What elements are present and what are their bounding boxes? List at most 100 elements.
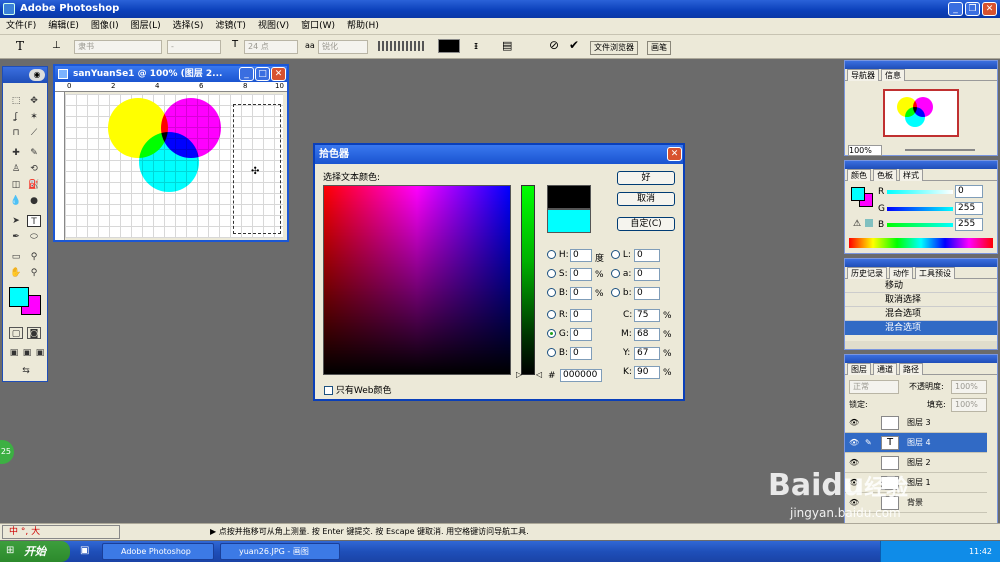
b-slider[interactable] — [887, 223, 953, 227]
path-select-icon[interactable]: ➤ — [9, 215, 23, 227]
crop-icon[interactable]: ⊓ — [9, 127, 23, 139]
task-paint[interactable]: yuan26.JPG - 画图 — [220, 543, 340, 560]
eye-icon[interactable]: 👁 — [849, 433, 859, 453]
k-input[interactable]: 90 — [634, 366, 660, 379]
lasso-icon[interactable]: ʆ — [9, 111, 23, 123]
eye-logo-icon[interactable]: ◉ — [29, 69, 45, 81]
tab-actions[interactable]: 动作 — [889, 267, 913, 279]
minimize-icon[interactable]: _ — [948, 2, 963, 16]
tab-info[interactable]: 信息 — [881, 69, 905, 81]
menu-edit[interactable]: 编辑(E) — [42, 18, 85, 35]
ok-button[interactable]: 好 — [617, 171, 675, 185]
orientation-icon[interactable]: ⊥ — [52, 40, 61, 51]
commit-icon[interactable]: ✔ — [569, 38, 579, 52]
g-slider[interactable] — [887, 207, 953, 211]
hue-pointer-right-icon[interactable]: ◁ — [536, 370, 542, 379]
palettes-icon[interactable]: ▤ — [502, 39, 512, 52]
navigator-thumbnail[interactable] — [883, 89, 959, 137]
a-input[interactable]: 0 — [634, 268, 660, 281]
b-input[interactable]: 0 — [570, 347, 592, 360]
doc-minimize-icon[interactable]: _ — [239, 67, 254, 81]
antialias-select[interactable]: 锐化 — [318, 40, 368, 54]
g-input[interactable]: 0 — [570, 328, 592, 341]
screen-mode-1-icon[interactable]: ▣ — [7, 347, 21, 359]
history-item[interactable]: 移动 — [845, 279, 997, 293]
marquee-icon[interactable]: ⬚ — [9, 95, 23, 107]
restore-icon[interactable]: ❐ — [965, 2, 980, 16]
hue-pointer-icon[interactable]: ▷ — [516, 370, 522, 379]
tab-color[interactable]: 颜色 — [847, 169, 871, 181]
blur-icon[interactable]: 💧 — [9, 195, 23, 207]
menu-filter[interactable]: 滤镜(T) — [209, 18, 252, 35]
tab-styles[interactable]: 样式 — [899, 169, 923, 181]
history-brush-icon[interactable]: ⟲ — [27, 163, 41, 175]
document-canvas[interactable]: ✣ — [65, 94, 283, 238]
custom-button[interactable]: 自定(C) — [617, 217, 675, 231]
floating-badge[interactable]: 25 — [0, 440, 14, 464]
healing-brush-icon[interactable]: ✚ — [9, 147, 23, 159]
dialog-close-icon[interactable]: ✕ — [667, 147, 682, 161]
fill-field[interactable]: 100% — [951, 398, 987, 412]
tab-navigator[interactable]: 导航器 — [847, 69, 879, 81]
tab-swatches[interactable]: 色板 — [873, 169, 897, 181]
tab-paths[interactable]: 路径 — [899, 363, 923, 375]
hue-slider[interactable] — [521, 185, 535, 375]
standard-mode-icon[interactable]: ▢ — [9, 327, 23, 339]
l-input[interactable]: 0 — [634, 249, 660, 262]
menu-view[interactable]: 视图(V) — [252, 18, 295, 35]
task-photoshop[interactable]: Adobe Photoshop — [102, 543, 214, 560]
font-family-select[interactable]: 隶书 — [74, 40, 162, 54]
screen-mode-2-icon[interactable]: ▣ — [20, 347, 34, 359]
eyedropper-icon[interactable]: ⚲ — [27, 251, 41, 263]
y-input[interactable]: 67 — [634, 347, 660, 360]
clock[interactable]: 11:42 — [969, 547, 992, 556]
r-radio[interactable] — [547, 310, 556, 319]
s-input[interactable]: 0 — [570, 268, 592, 281]
text-color-swatch[interactable] — [438, 39, 460, 53]
ime-bar[interactable]: 中 °, 大 — [2, 525, 120, 539]
panel-fg-swatch[interactable] — [851, 187, 865, 201]
lab-b-radio[interactable] — [611, 288, 620, 297]
s-radio[interactable] — [547, 269, 556, 278]
file-browser-tab[interactable]: 文件浏览器 — [590, 41, 638, 55]
r-value[interactable]: 0 — [955, 185, 983, 198]
hand-icon[interactable]: ✋ — [9, 267, 23, 279]
quick-mask-icon[interactable]: ◙ — [27, 327, 41, 339]
bv-radio[interactable] — [547, 288, 556, 297]
type-tool-icon[interactable]: T — [16, 39, 24, 53]
history-item[interactable]: 取消选择 — [845, 293, 997, 307]
bucket-icon[interactable]: ⛽ — [27, 179, 41, 191]
menu-image[interactable]: 图像(I) — [85, 18, 125, 35]
eraser-icon[interactable]: ◫ — [9, 179, 23, 191]
tab-channels[interactable]: 通道 — [873, 363, 897, 375]
doc-close-icon[interactable]: ✕ — [271, 67, 286, 81]
menu-select[interactable]: 选择(S) — [167, 18, 210, 35]
notes-icon[interactable]: ▭ — [9, 251, 23, 263]
brush-icon[interactable]: ✎ — [27, 147, 41, 159]
c-input[interactable]: 75 — [634, 309, 660, 322]
r-slider[interactable] — [887, 190, 953, 194]
stamp-icon[interactable]: ♙ — [9, 163, 23, 175]
cancel-button[interactable]: 取消 — [617, 192, 675, 206]
gamut-warning-icon[interactable]: ⚠ — [853, 219, 861, 229]
g-radio[interactable] — [547, 329, 556, 338]
lab-b-input[interactable]: 0 — [634, 287, 660, 300]
close-icon[interactable]: ✕ — [982, 2, 997, 16]
tab-layers[interactable]: 图层 — [847, 363, 871, 375]
hex-input[interactable]: 000000 — [560, 369, 602, 382]
menu-file[interactable]: 文件(F) — [0, 18, 42, 35]
menu-layer[interactable]: 图层(L) — [125, 18, 167, 35]
l-radio[interactable] — [611, 250, 620, 259]
font-size-select[interactable]: 24 点 — [244, 40, 298, 54]
history-item[interactable]: 混合选项 — [845, 307, 997, 321]
h-radio[interactable] — [547, 250, 556, 259]
h-input[interactable]: 0 — [570, 249, 592, 262]
show-desktop-icon[interactable]: ▣ — [80, 545, 89, 556]
align-buttons-icon[interactable] — [378, 41, 426, 51]
history-item-selected[interactable]: 混合选项 — [845, 321, 997, 335]
opacity-field[interactable]: 100% — [951, 380, 987, 394]
r-input[interactable]: 0 — [570, 309, 592, 322]
layer-row[interactable]: 👁 图层 3 — [845, 413, 987, 433]
warp-text-icon[interactable]: ᵻ — [474, 39, 478, 52]
b-radio[interactable] — [547, 348, 556, 357]
